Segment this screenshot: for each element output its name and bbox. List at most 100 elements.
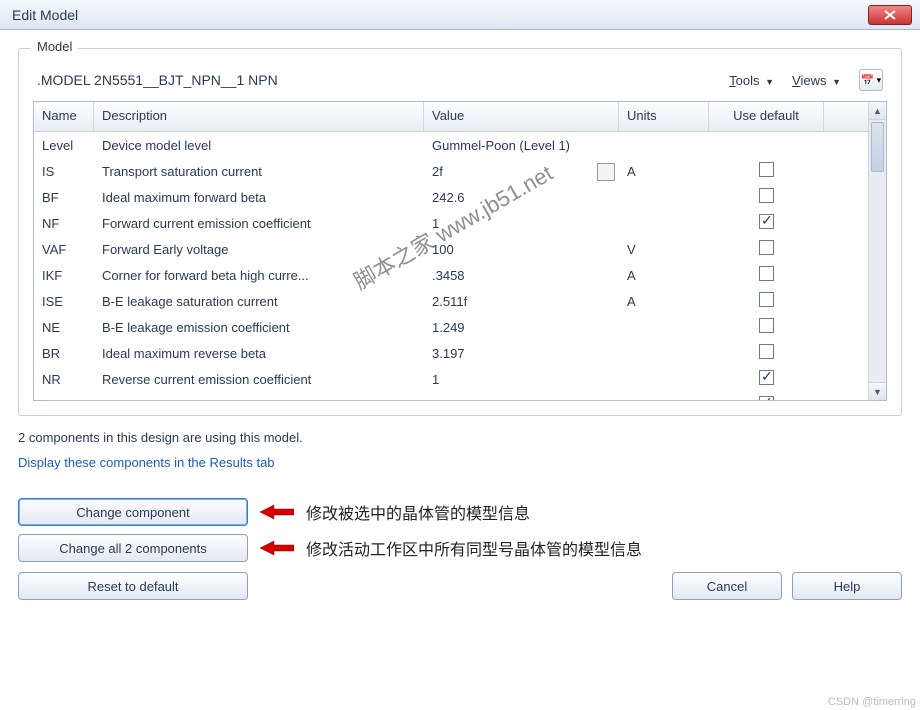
use-default-checkbox[interactable] <box>759 396 774 400</box>
cell-name: IS <box>34 161 94 182</box>
cell-value[interactable]: 1 <box>424 369 619 390</box>
cell-use-default[interactable] <box>709 185 824 209</box>
col-value[interactable]: Value <box>424 102 619 131</box>
cell-value[interactable]: 1 <box>424 213 619 234</box>
model-name-text: .MODEL 2N5551__BJT_NPN__1 NPN <box>37 72 278 88</box>
cell-use-default[interactable] <box>709 367 824 391</box>
cell-name: Level <box>34 135 94 156</box>
table-row[interactable]: VAFForward Early voltage100V <box>34 236 868 262</box>
cell-units: A <box>619 161 709 182</box>
cell-name: NE <box>34 317 94 338</box>
cancel-button[interactable]: Cancel <box>672 572 782 600</box>
cell-use-default[interactable] <box>709 341 824 365</box>
arrow-left-icon <box>260 538 294 558</box>
fieldset-legend: Model <box>31 39 78 54</box>
components-info-text: 2 components in this design are using th… <box>18 430 902 445</box>
cell-units <box>619 376 709 382</box>
cell-units: A <box>619 265 709 286</box>
cell-value[interactable]: 100 <box>424 239 619 260</box>
cell-name: ISE <box>34 291 94 312</box>
cell-description: Ideal maximum forward beta <box>94 187 424 208</box>
annotation-2: 修改活动工作区中所有同型号晶体管的模型信息 <box>306 536 642 560</box>
change-all-components-button[interactable]: Change all 2 components <box>18 534 248 562</box>
cell-value[interactable]: 2.511f <box>424 291 619 312</box>
scroll-down-button[interactable]: ▼ <box>869 382 886 400</box>
cell-description: Corner for forward beta high curre... <box>94 265 424 286</box>
arrow-left-icon <box>260 502 294 522</box>
table-row[interactable]: ISTransport saturation current2fA <box>34 158 868 184</box>
credit-text: CSDN @timerring <box>828 696 916 708</box>
help-button[interactable]: Help <box>792 572 902 600</box>
use-default-checkbox[interactable] <box>759 344 774 359</box>
cell-name: BF <box>34 187 94 208</box>
table-row[interactable]: NFForward current emission coefficient1 <box>34 210 868 236</box>
cell-use-default[interactable] <box>709 315 824 339</box>
cell-use-default[interactable] <box>709 142 824 148</box>
cell-value[interactable]: 242.6 <box>424 187 619 208</box>
cell-value[interactable]: 2f <box>424 161 619 182</box>
table-row[interactable]: ISEB-E leakage saturation current2.511fA <box>34 288 868 314</box>
cell-description: Forward Early voltage <box>94 239 424 260</box>
cell-name: IKF <box>34 265 94 286</box>
table-row[interactable]: IKFCorner for forward beta high curre...… <box>34 262 868 288</box>
use-default-checkbox[interactable] <box>759 240 774 255</box>
col-description[interactable]: Description <box>94 102 424 131</box>
cell-use-default[interactable] <box>709 159 824 183</box>
chevron-down-icon: ▼ <box>832 77 841 87</box>
col-use-default[interactable]: Use default <box>709 102 824 131</box>
use-default-checkbox[interactable] <box>759 292 774 307</box>
display-results-link[interactable]: Display these components in the Results … <box>18 455 902 470</box>
table-row[interactable]: LevelDevice model levelGummel-Poon (Leve… <box>34 132 868 158</box>
scroll-track[interactable] <box>869 120 886 382</box>
close-button[interactable] <box>868 5 912 25</box>
cell-units: V <box>619 239 709 260</box>
chevron-down-icon: ▼ <box>765 77 774 87</box>
table-row[interactable]: BRIdeal maximum reverse beta3.197 <box>34 340 868 366</box>
scroll-thumb[interactable] <box>871 122 884 172</box>
table-row[interactable]: NEB-E leakage emission coefficient1.249 <box>34 314 868 340</box>
cell-units <box>619 194 709 200</box>
grid-header: Name Description Value Units Use default <box>34 102 868 132</box>
options-icon-button[interactable]: 📅▾ <box>859 69 883 91</box>
col-units[interactable]: Units <box>619 102 709 131</box>
cell-value[interactable]: .3458 <box>424 265 619 286</box>
use-default-checkbox[interactable] <box>759 370 774 385</box>
vertical-scrollbar[interactable]: ▲ ▼ <box>868 102 886 400</box>
tools-menu[interactable]: Tools ▼ <box>729 73 774 88</box>
value-edit-icon[interactable] <box>597 163 615 181</box>
table-row[interactable]: VARReverse Early voltage1e30V <box>34 392 868 400</box>
cell-units <box>619 324 709 330</box>
reset-default-button[interactable]: Reset to default <box>18 572 248 600</box>
cell-description: Transport saturation current <box>94 161 424 182</box>
cell-value[interactable]: Gummel-Poon (Level 1) <box>424 135 619 156</box>
cell-description: Ideal maximum reverse beta <box>94 343 424 364</box>
cell-description: Device model level <box>94 135 424 156</box>
views-menu[interactable]: Views ▼ <box>792 73 841 88</box>
cell-value[interactable]: 1.249 <box>424 317 619 338</box>
use-default-checkbox[interactable] <box>759 214 774 229</box>
cell-units <box>619 142 709 148</box>
cell-use-default[interactable] <box>709 263 824 287</box>
scroll-up-button[interactable]: ▲ <box>869 102 886 120</box>
use-default-checkbox[interactable] <box>759 162 774 177</box>
cell-name: NR <box>34 369 94 390</box>
change-component-button[interactable]: Change component <box>18 498 248 526</box>
col-name[interactable]: Name <box>34 102 94 131</box>
cell-description: Reverse Early voltage <box>94 395 424 401</box>
use-default-checkbox[interactable] <box>759 266 774 281</box>
cell-use-default[interactable] <box>709 289 824 313</box>
table-row[interactable]: BFIdeal maximum forward beta242.6 <box>34 184 868 210</box>
cell-description: B-E leakage saturation current <box>94 291 424 312</box>
cell-value[interactable]: 3.197 <box>424 343 619 364</box>
cell-name: BR <box>34 343 94 364</box>
use-default-checkbox[interactable] <box>759 318 774 333</box>
use-default-checkbox[interactable] <box>759 188 774 203</box>
cell-use-default[interactable] <box>709 211 824 235</box>
cell-description: Forward current emission coefficient <box>94 213 424 234</box>
cell-description: Reverse current emission coefficient <box>94 369 424 390</box>
cell-value[interactable]: 1e30 <box>424 395 619 401</box>
cell-use-default[interactable] <box>709 393 824 400</box>
table-row[interactable]: NRReverse current emission coefficient1 <box>34 366 868 392</box>
cell-use-default[interactable] <box>709 237 824 261</box>
annotation-1: 修改被选中的晶体管的模型信息 <box>306 500 530 524</box>
